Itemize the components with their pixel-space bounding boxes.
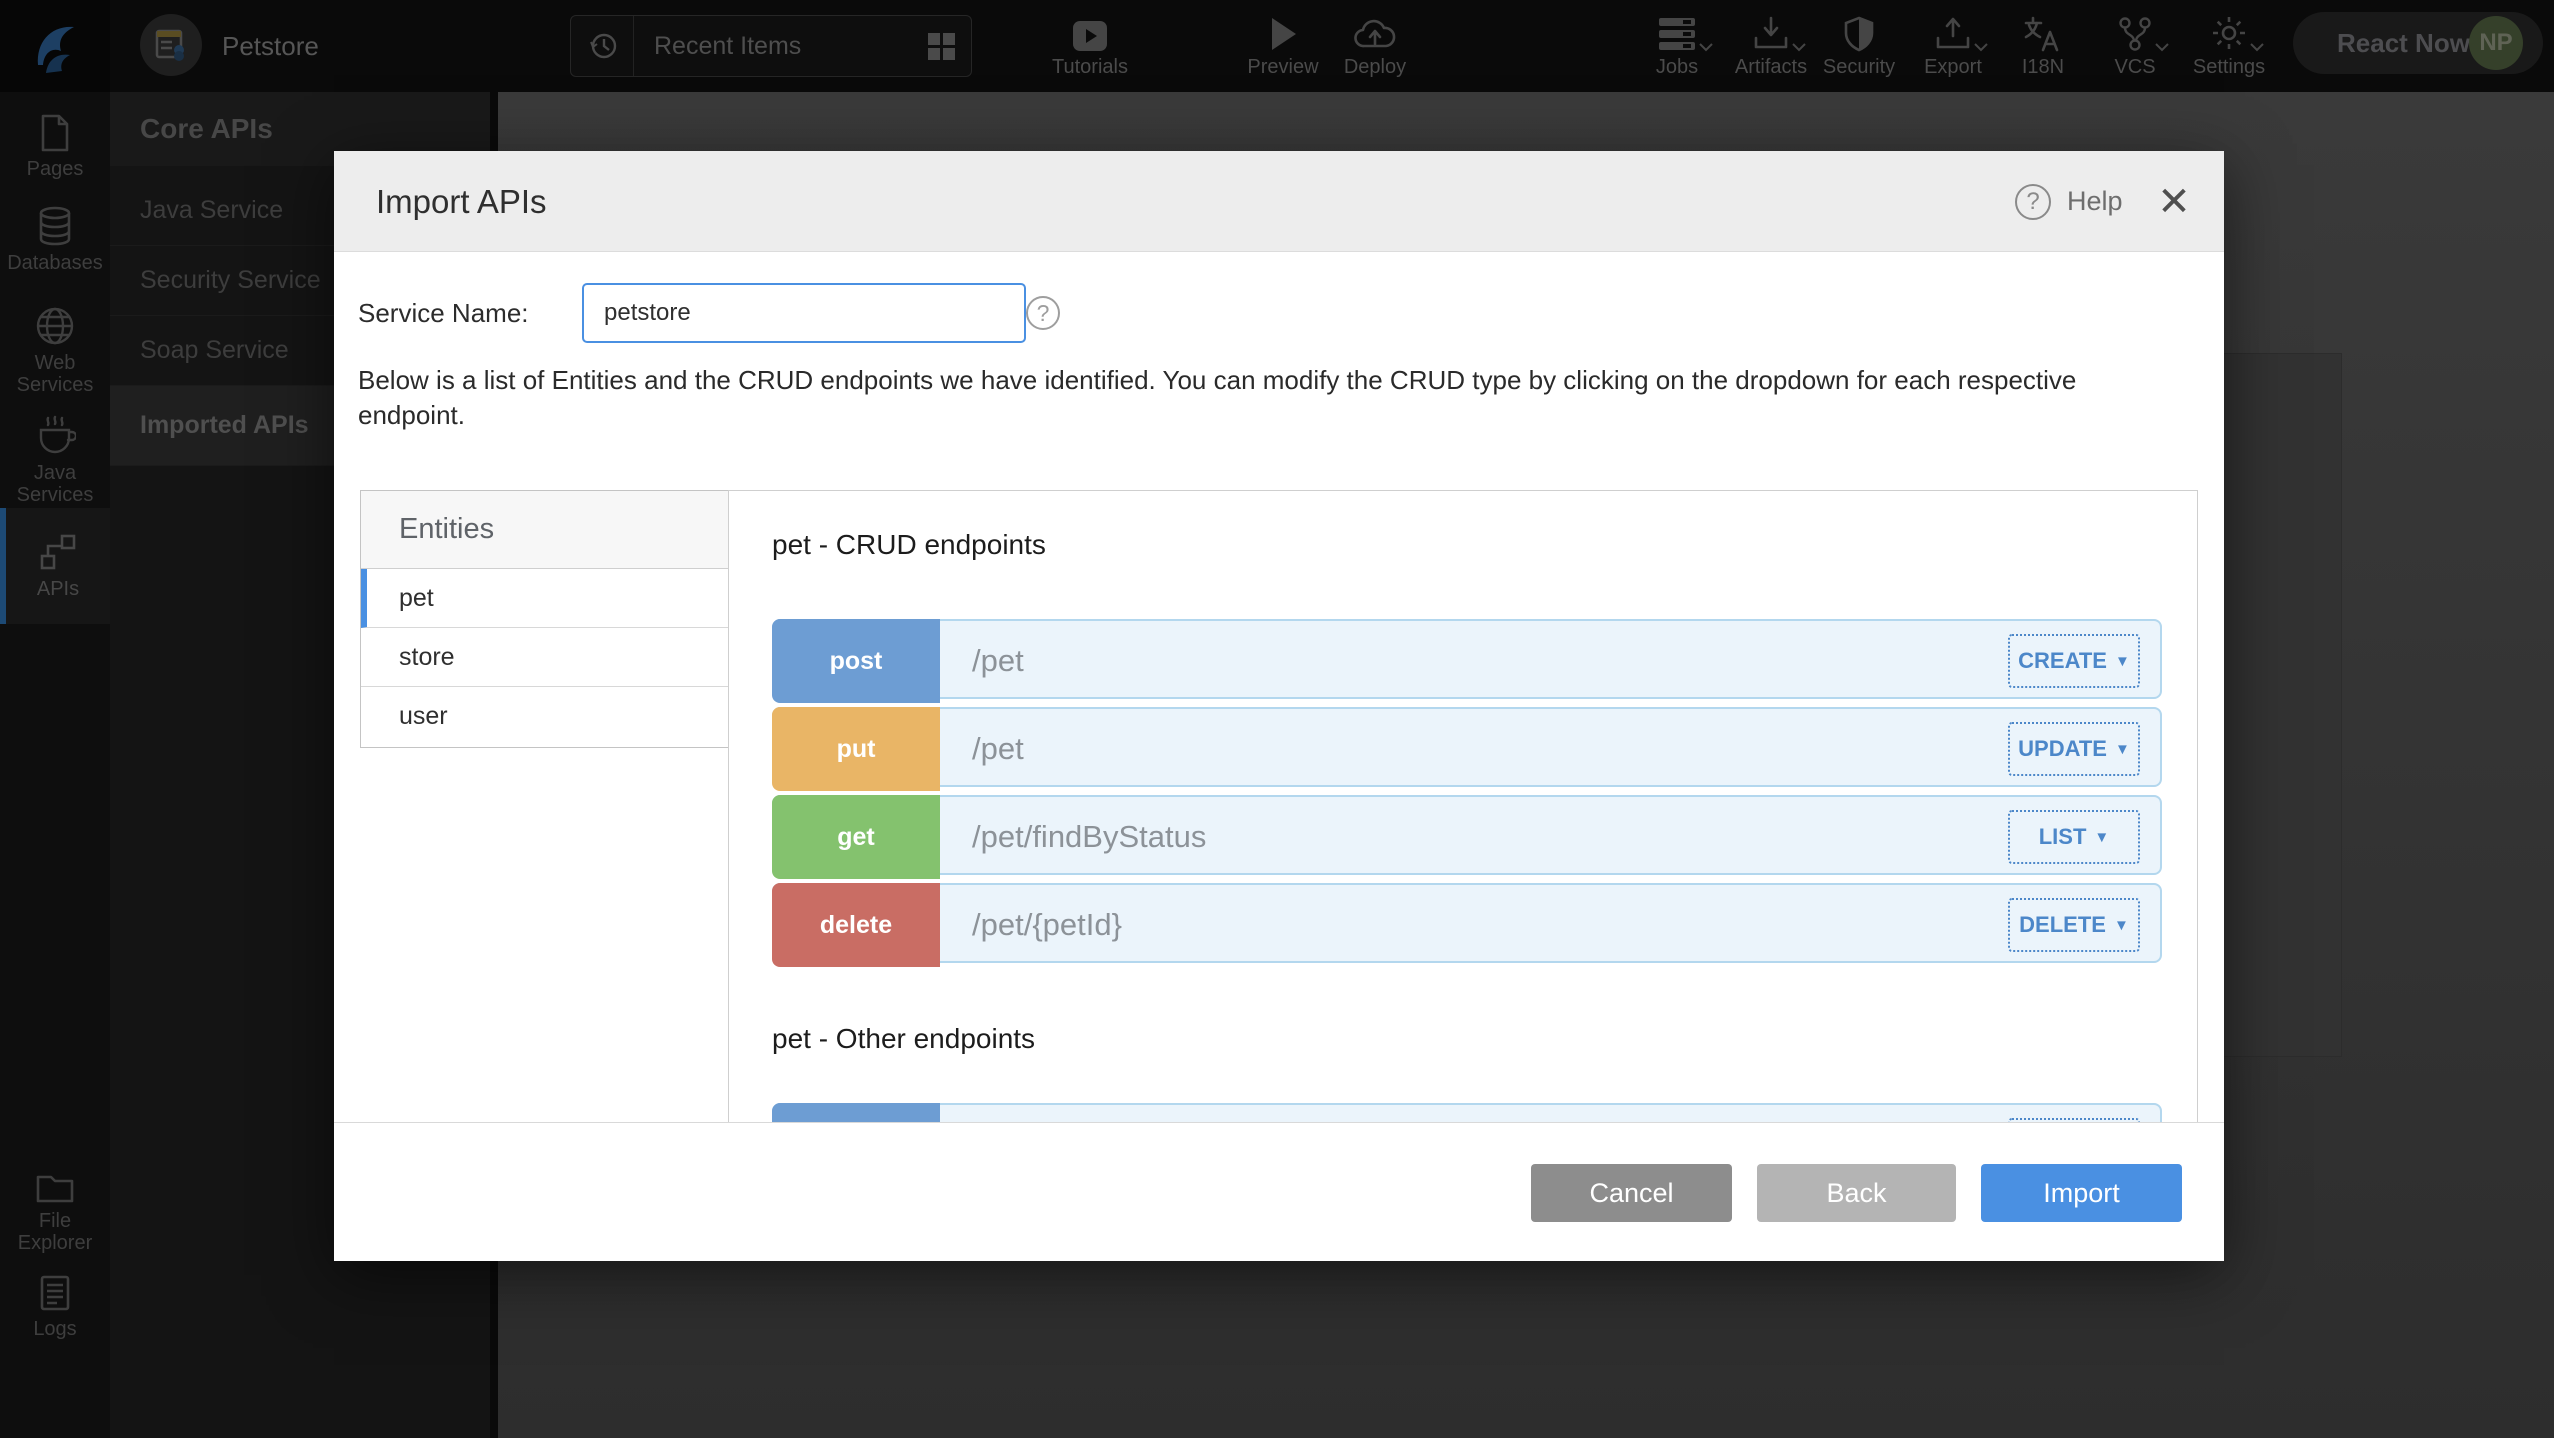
service-name-input[interactable] — [582, 283, 1026, 343]
coffee-cup-icon — [34, 414, 76, 456]
endpoint-row: post — [772, 1103, 2162, 1123]
caret-down-icon: ▼ — [2094, 829, 2109, 846]
endpoints-panel: pet - CRUD endpoints post/pet CREATE ▼ put /… — [728, 490, 2198, 1123]
left-sidebar: Pages Databases Web Services Java Servic… — [0, 92, 110, 1438]
crud-value: UPDATE — [2018, 736, 2107, 762]
endpoint-row: post/petCREATE▼ — [772, 619, 2162, 699]
wavemaker-logo-icon[interactable] — [26, 13, 86, 79]
endpoint-list: post/pet CREATE ▼ put/pet UPDATE ▼ get/pet/fin… — [772, 619, 2162, 971]
react-now-label: React Now — [2337, 28, 2470, 59]
logs-document-icon — [38, 1274, 72, 1312]
app-root: Petstore Recent Items — [0, 0, 2554, 1438]
method-badge: post — [772, 1103, 940, 1123]
chevron-down-icon — [2155, 43, 2169, 52]
crud-value: LIST — [2039, 824, 2087, 850]
modal-header: Import APIs ? Help ✕ — [334, 151, 2224, 252]
help-label: Help — [2067, 186, 2123, 217]
preview-play-icon — [1268, 14, 1298, 52]
service-name-label: Service Name: — [358, 298, 529, 329]
deploy-cloud-icon — [1353, 14, 1397, 52]
page-icon — [39, 114, 71, 152]
i18n-translate-icon — [2023, 14, 2063, 52]
entities-list: petstoreuser — [361, 569, 729, 746]
sidebar-item-java-services[interactable]: Java Services — [0, 414, 110, 506]
project-name: Petstore — [222, 0, 319, 92]
recent-items-label: Recent Items — [654, 32, 925, 61]
caret-down-icon: ▼ — [2115, 653, 2130, 670]
sidebar-item-logs[interactable]: Logs — [0, 1274, 110, 1340]
method-badge: delete — [772, 883, 940, 967]
sidebar-item-web-services[interactable]: Web Services — [0, 306, 110, 396]
project-icon[interactable] — [140, 14, 202, 76]
endpoint-row: get/pet/findByStatusLIST▼ — [772, 795, 2162, 875]
endpoint-path: /pet/{petId} — [972, 885, 1122, 965]
partial-endpoint-row: post — [772, 1103, 2162, 1123]
divider — [633, 16, 634, 76]
help-button[interactable]: ? Help — [2015, 151, 2123, 252]
artifacts-download-icon — [1752, 14, 1790, 52]
crud-dropdown[interactable]: CREATE ▼ — [2008, 634, 2140, 688]
database-icon — [37, 206, 73, 246]
chevron-down-icon — [2250, 43, 2264, 52]
topbar-item-tutorials[interactable]: Tutorials — [1035, 0, 1145, 92]
modal-footer: Cancel Back Import — [334, 1122, 2224, 1261]
method-badge: get — [772, 795, 940, 879]
service-name-help-icon[interactable]: ? — [1026, 296, 1060, 330]
entity-item[interactable]: pet — [361, 569, 729, 628]
folder-icon — [35, 1170, 75, 1204]
modal-description: Below is a list of Entities and the CRUD… — [358, 363, 2170, 433]
topbar-item-deploy[interactable]: Deploy — [1320, 0, 1430, 92]
chevron-down-icon — [1974, 43, 1988, 52]
entities-header: Entities — [361, 491, 729, 569]
chevron-down-icon — [1699, 43, 1713, 52]
import-apis-modal: Import APIs ? Help ✕ Service Name: ? Bel… — [334, 151, 2224, 1261]
import-button[interactable]: Import — [1981, 1164, 2182, 1222]
cancel-button[interactable]: Cancel — [1531, 1164, 1732, 1222]
entity-item[interactable]: user — [361, 687, 729, 746]
sidebar-item-file-explorer[interactable]: File Explorer — [0, 1170, 110, 1254]
crud-value: DELETE — [2019, 912, 2106, 938]
service-name-row: Service Name: — [358, 283, 529, 343]
grid-view-icon[interactable] — [925, 30, 957, 62]
modal-title: Import APIs — [376, 151, 547, 252]
endpoint-row: delete/pet/{petId}DELETE▼ — [772, 883, 2162, 963]
recent-items-box[interactable]: Recent Items — [570, 15, 972, 77]
close-icon[interactable]: ✕ — [2144, 151, 2204, 252]
endpoint-path: /pet — [972, 709, 1024, 789]
apis-icon — [38, 532, 78, 572]
sidebar-item-databases[interactable]: Databases — [0, 206, 110, 274]
sidebar-item-apis[interactable]: APIs — [0, 508, 110, 624]
entity-item[interactable]: store — [361, 628, 729, 687]
security-shield-icon — [1843, 14, 1875, 52]
settings-gear-icon — [2210, 14, 2248, 52]
react-now-button[interactable]: React Now NP — [2293, 12, 2543, 74]
topbar-item-settings[interactable]: Settings — [2174, 0, 2284, 92]
vcs-branch-icon — [2117, 14, 2153, 52]
history-clock-icon — [587, 30, 619, 62]
entities-table: Entities petstoreuser — [360, 490, 729, 748]
sidebar-item-pages[interactable]: Pages — [0, 114, 110, 180]
crud-section-title: pet - CRUD endpoints — [772, 529, 1046, 561]
crud-dropdown[interactable]: LIST ▼ — [2008, 810, 2140, 864]
endpoint-row: put/petUPDATE▼ — [772, 707, 2162, 787]
method-badge: put — [772, 707, 940, 791]
crud-dropdown[interactable]: UPDATE ▼ — [2008, 722, 2140, 776]
logo-cell — [0, 0, 110, 92]
method-badge: post — [772, 619, 940, 703]
crud-value: CREATE — [2018, 648, 2107, 674]
jobs-icon — [1657, 14, 1697, 52]
top-bar: Petstore Recent Items — [0, 0, 2554, 92]
endpoint-path: /pet/findByStatus — [972, 797, 1206, 877]
globe-icon — [35, 306, 75, 346]
help-question-icon: ? — [2015, 184, 2051, 220]
other-section-title: pet - Other endpoints — [772, 1023, 1035, 1055]
avatar[interactable]: NP — [2469, 16, 2523, 70]
export-upload-icon — [1934, 14, 1972, 52]
endpoint-path: /pet — [972, 621, 1024, 701]
crud-dropdown[interactable]: DELETE ▼ — [2008, 898, 2140, 952]
caret-down-icon: ▼ — [2115, 741, 2130, 758]
tutorials-icon — [1070, 14, 1110, 52]
caret-down-icon: ▼ — [2114, 917, 2129, 934]
back-button[interactable]: Back — [1757, 1164, 1956, 1222]
